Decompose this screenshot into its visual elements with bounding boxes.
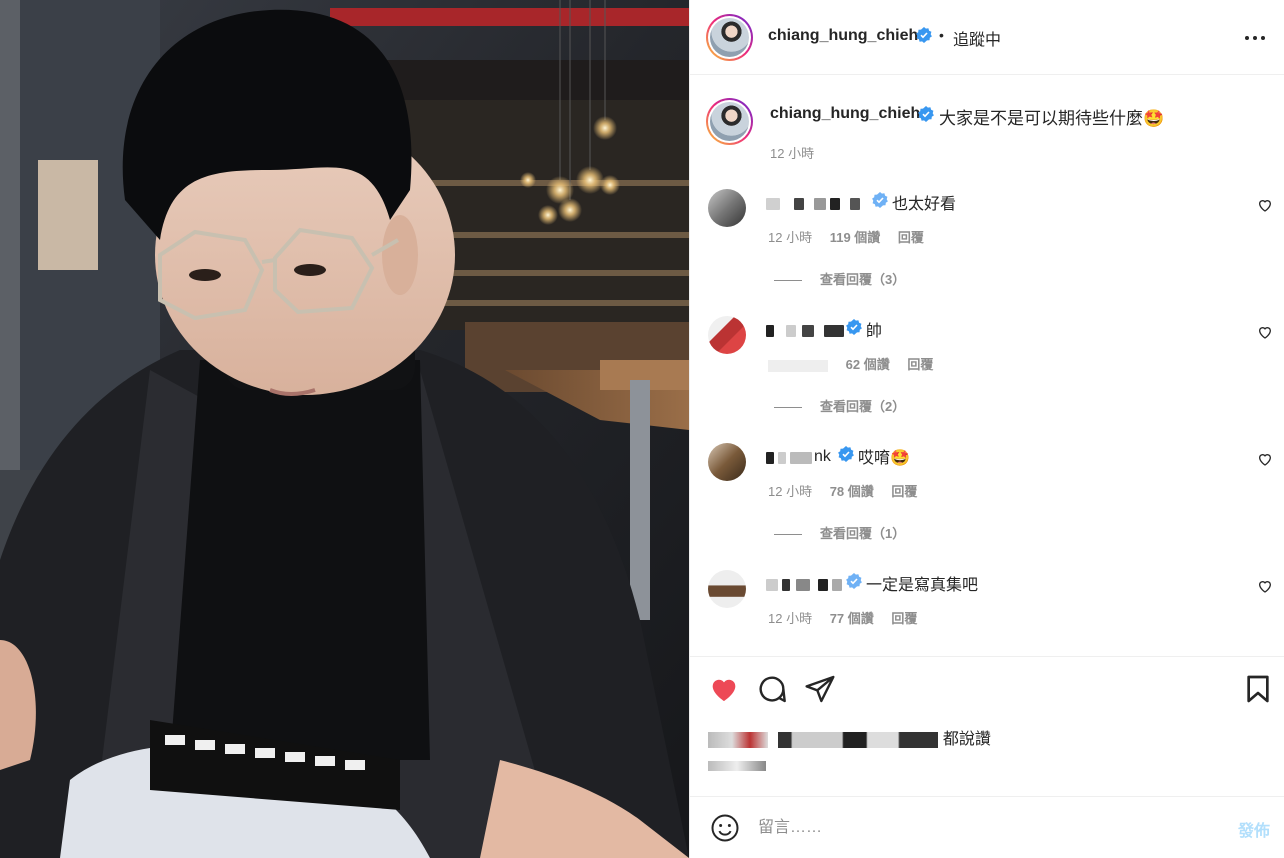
replies-line xyxy=(774,534,802,536)
comment-heart-icon[interactable] xyxy=(1257,451,1273,467)
comment-time[interactable]: 12 小時 xyxy=(768,484,812,499)
view-replies-button[interactable]: 查看回覆（3） xyxy=(774,269,905,288)
post-date[interactable] xyxy=(708,761,766,774)
comment-text: 也太好看 xyxy=(892,196,957,213)
comment-item: nk 哎唷🤩 12 小時 78 個讚 回覆 查看回覆（1） xyxy=(690,443,1284,553)
verified-icon xyxy=(916,27,932,46)
comment-meta: 62 個讚 回覆 xyxy=(768,354,947,373)
verified-icon xyxy=(838,446,854,465)
comment-composer: 發佈 xyxy=(690,796,1284,858)
comment-likes[interactable]: 78 個讚 xyxy=(830,484,874,499)
comment-text: 一定是寫真集吧 xyxy=(866,577,979,594)
more-icon[interactable] xyxy=(1245,28,1267,48)
emoji-icon[interactable] xyxy=(710,813,740,843)
liker-avatars xyxy=(708,731,768,748)
comment-heart-icon[interactable] xyxy=(1257,578,1273,594)
view-replies-button[interactable]: 查看回覆（2） xyxy=(774,396,905,415)
likes-summary-text: 都說讚 xyxy=(942,731,991,748)
comment-input[interactable] xyxy=(758,813,1218,843)
view-replies-label: 查看回覆（2） xyxy=(820,399,906,414)
post-header: chiang_hung_chieh • 追蹤中 xyxy=(690,0,1284,75)
bookmark-icon[interactable] xyxy=(1242,673,1274,705)
commenter-avatar[interactable] xyxy=(708,443,746,481)
verified-icon xyxy=(918,106,934,125)
comment-heart-icon[interactable] xyxy=(1257,197,1273,213)
caption-time[interactable]: 12 小時 xyxy=(770,143,814,162)
reply-button[interactable]: 回覆 xyxy=(898,230,924,245)
comment-likes[interactable]: 62 個讚 xyxy=(846,357,890,372)
comment-likes[interactable]: 77 個讚 xyxy=(830,611,874,626)
commenter-avatar[interactable] xyxy=(708,316,746,354)
reply-button[interactable]: 回覆 xyxy=(891,484,917,499)
verified-icon xyxy=(846,573,862,592)
comment-meta: 12 小時 78 個讚 回覆 xyxy=(768,481,931,500)
view-replies-label: 查看回覆（1） xyxy=(820,526,906,541)
post-photo xyxy=(0,0,689,858)
post-comment-button[interactable]: 發佈 xyxy=(1238,817,1270,841)
view-replies-label: 查看回覆（3） xyxy=(820,272,906,287)
comment-time[interactable] xyxy=(768,359,828,372)
replies-line xyxy=(774,407,802,409)
comment-likes[interactable]: 119 個讚 xyxy=(830,230,881,245)
view-replies-button[interactable]: 查看回覆（1） xyxy=(774,523,905,542)
share-icon[interactable] xyxy=(804,673,836,705)
commenter-avatar[interactable] xyxy=(708,189,746,227)
comment-item: 也太好看 12 小時 119 個讚 回覆 查看回覆（3） xyxy=(690,189,1284,299)
comment-meta: 12 小時 119 個讚 回覆 xyxy=(768,227,938,246)
comment-meta: 12 小時 77 個讚 回覆 xyxy=(768,608,931,627)
reply-button[interactable]: 回覆 xyxy=(907,357,933,372)
heart-icon[interactable] xyxy=(708,673,740,705)
comment-text: 帥 xyxy=(866,323,883,340)
caption-text: 大家是不是可以期待些什麼🤩 xyxy=(939,109,1165,128)
separator-dot: • xyxy=(939,27,944,43)
comment-time[interactable]: 12 小時 xyxy=(768,230,812,245)
caption-username[interactable]: chiang_hung_chieh xyxy=(770,105,920,123)
caption-avatar[interactable] xyxy=(706,98,753,145)
comment-icon[interactable] xyxy=(756,673,788,705)
commenter-username-visible: nk xyxy=(814,448,831,465)
likes-summary[interactable]: 都說讚 xyxy=(708,725,991,749)
author-username[interactable]: chiang_hung_chieh xyxy=(768,27,918,45)
replies-line xyxy=(774,280,802,282)
comment-item: 帥 62 個讚 回覆 查看回覆（2） xyxy=(690,316,1284,426)
commenter-username[interactable] xyxy=(766,193,876,211)
verified-icon xyxy=(872,192,888,211)
liker-names xyxy=(778,731,939,748)
author-avatar[interactable] xyxy=(706,14,753,61)
comment-text: 哎唷🤩 xyxy=(858,450,910,467)
verified-icon xyxy=(846,319,862,338)
commenter-avatar[interactable] xyxy=(708,570,746,608)
following-button[interactable]: 追蹤中 xyxy=(953,26,1001,50)
comment-time[interactable]: 12 小時 xyxy=(768,611,812,626)
comment-heart-icon[interactable] xyxy=(1257,324,1273,340)
reply-button[interactable]: 回覆 xyxy=(891,611,917,626)
post-detail-panel: chiang_hung_chieh • 追蹤中 chiang_hung_chie… xyxy=(689,0,1284,858)
post-actions: 都說讚 xyxy=(690,656,1284,796)
